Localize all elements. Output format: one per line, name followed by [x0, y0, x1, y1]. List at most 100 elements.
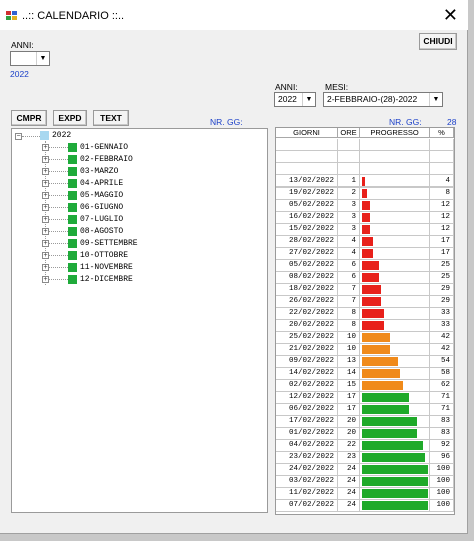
expand-icon[interactable]: + — [42, 228, 49, 235]
tree-item-month[interactable]: 01-GENNAIO — [80, 142, 128, 154]
table-row[interactable]: 07/02/2022 24 100 — [276, 500, 454, 512]
expand-icon[interactable]: + — [42, 168, 49, 175]
hours-cell: 22 — [338, 440, 360, 452]
tree-item-month[interactable]: 05-MAGGIO — [80, 190, 123, 202]
collapse-root-icon[interactable]: − — [15, 133, 22, 140]
column-header[interactable]: ORE — [338, 128, 360, 138]
hours-cell: 8 — [338, 320, 360, 332]
cmpr-button[interactable]: CMPR — [11, 110, 47, 126]
percent-cell: 12 — [430, 200, 454, 212]
expd-button[interactable]: EXPD — [53, 110, 87, 126]
month-icon — [68, 167, 77, 176]
expand-icon[interactable]: + — [42, 216, 49, 223]
table-row[interactable]: 01/02/2022 20 83 — [276, 428, 454, 440]
hours-cell: 3 — [338, 224, 360, 236]
table-row[interactable]: 09/02/2022 13 54 — [276, 356, 454, 368]
days-grid[interactable]: GIORNI ORE PROGRESSO% 13/02/2022 1 4 19/02/202… — [275, 127, 455, 515]
anni-select[interactable]: 2022 ▼ — [274, 92, 316, 107]
hours-cell: 3 — [338, 212, 360, 224]
anni-select-left[interactable]: ▼ — [10, 51, 50, 66]
table-row[interactable]: 08/02/2022 6 25 — [276, 272, 454, 284]
table-row[interactable]: 24/02/2022 24 100 — [276, 464, 454, 476]
chevron-down-icon[interactable]: ▼ — [302, 93, 315, 106]
table-row[interactable]: 11/02/2022 24 100 — [276, 488, 454, 500]
expand-icon[interactable]: + — [42, 252, 49, 259]
close-icon[interactable]: ✕ — [443, 6, 458, 24]
tree-item-month[interactable]: 11-NOVEMBRE — [80, 262, 133, 274]
chevron-down-icon[interactable]: ▼ — [36, 52, 49, 65]
column-header[interactable]: GIORNI — [276, 128, 338, 138]
tree-connector — [49, 147, 68, 148]
table-row[interactable]: 16/02/2022 3 12 — [276, 212, 454, 224]
tree-item-month[interactable]: 02-FEBBRAIO — [80, 154, 133, 166]
hours-cell: 4 — [338, 248, 360, 260]
calendario-window: ..:: CALENDARIO ::.. ✕ ANNI: ▼ 2022 CHIU… — [0, 0, 468, 534]
expand-icon[interactable]: + — [42, 204, 49, 211]
expand-icon[interactable]: + — [42, 240, 49, 247]
chevron-down-icon[interactable]: ▼ — [429, 93, 442, 106]
percent-cell: 100 — [430, 488, 454, 500]
progress-cell — [360, 476, 430, 488]
mesi-select-value: 2-FEBBRAIO-(28)-2022 — [327, 94, 418, 104]
progress-cell — [360, 272, 430, 284]
table-row[interactable]: 18/02/2022 7 29 — [276, 284, 454, 296]
tree-item-month[interactable]: 08-AGOSTO — [80, 226, 123, 238]
table-row[interactable]: 03/02/2022 24 100 — [276, 476, 454, 488]
chiudi-button[interactable]: CHIUDI — [419, 33, 457, 50]
expand-icon[interactable]: + — [42, 144, 49, 151]
nr-gg-label: NR. GG: — [389, 117, 422, 127]
table-row[interactable]: 05/02/2022 3 12 — [276, 200, 454, 212]
empty-row — [276, 163, 454, 175]
tree-item-month[interactable]: 09-SETTEMBRE — [80, 238, 138, 250]
table-row[interactable]: 14/02/2022 14 58 — [276, 368, 454, 380]
table-row[interactable]: 02/02/2022 15 62 — [276, 380, 454, 392]
percent-cell: 96 — [430, 452, 454, 464]
tree-item-month[interactable]: 10-OTTOBRE — [80, 250, 128, 262]
tree-connector — [22, 136, 40, 137]
tree-item-month[interactable]: 04-APRILE — [80, 178, 123, 190]
month-icon — [68, 215, 77, 224]
tree-item-month[interactable]: 03-MARZO — [80, 166, 118, 178]
table-row[interactable]: 13/02/2022 1 4 — [276, 176, 454, 188]
table-row[interactable]: 04/02/2022 22 92 — [276, 440, 454, 452]
expand-icon[interactable]: + — [42, 180, 49, 187]
percent-cell: 4 — [430, 176, 454, 188]
text-button[interactable]: TEXT — [93, 110, 129, 126]
progress-cell — [360, 248, 430, 260]
progress-bar — [362, 393, 409, 402]
day-cell: 21/02/2022 — [276, 344, 338, 356]
table-row[interactable]: 20/02/2022 8 33 — [276, 320, 454, 332]
day-cell: 23/02/2022 — [276, 452, 338, 464]
expand-icon[interactable]: + — [42, 276, 49, 283]
table-row[interactable]: 17/02/2022 20 83 — [276, 416, 454, 428]
anni-label: ANNI: — [275, 82, 298, 92]
tree-item-month[interactable]: 06-GIUGNO — [80, 202, 123, 214]
table-row[interactable]: 15/02/2022 3 12 — [276, 224, 454, 236]
table-row[interactable]: 12/02/2022 17 71 — [276, 392, 454, 404]
expand-icon[interactable]: + — [42, 156, 49, 163]
table-row[interactable]: 05/02/2022 6 25 — [276, 260, 454, 272]
day-cell: 28/02/2022 — [276, 236, 338, 248]
table-row[interactable]: 28/02/2022 4 17 — [276, 236, 454, 248]
progress-cell — [360, 260, 430, 272]
hours-cell: 3 — [338, 200, 360, 212]
table-row[interactable]: 22/02/2022 8 33 — [276, 308, 454, 320]
table-row[interactable]: 19/02/2022 2 8 — [276, 188, 454, 200]
table-row[interactable]: 27/02/2022 4 17 — [276, 248, 454, 260]
tree-item-month[interactable]: 12-DICEMBRE — [80, 274, 133, 286]
table-row[interactable]: 06/02/2022 17 71 — [276, 404, 454, 416]
expand-icon[interactable]: + — [42, 264, 49, 271]
column-header[interactable]: PROGRESSO — [360, 128, 430, 138]
column-header[interactable]: % — [430, 128, 454, 138]
month-tree[interactable]: −2022 +01-GENNAIO +02-FEBBRAIO +03-MARZO +04… — [11, 128, 268, 513]
table-row[interactable]: 23/02/2022 23 96 — [276, 452, 454, 464]
table-row[interactable]: 26/02/2022 7 29 — [276, 296, 454, 308]
table-row[interactable]: 21/02/2022 10 42 — [276, 344, 454, 356]
progress-bar — [362, 249, 373, 258]
tree-connector — [49, 243, 68, 244]
mesi-select[interactable]: 2-FEBBRAIO-(28)-2022 ▼ — [323, 92, 443, 107]
table-row[interactable]: 25/02/2022 10 42 — [276, 332, 454, 344]
tree-item-month[interactable]: 07-LUGLIO — [80, 214, 123, 226]
progress-cell — [360, 224, 430, 236]
expand-icon[interactable]: + — [42, 192, 49, 199]
